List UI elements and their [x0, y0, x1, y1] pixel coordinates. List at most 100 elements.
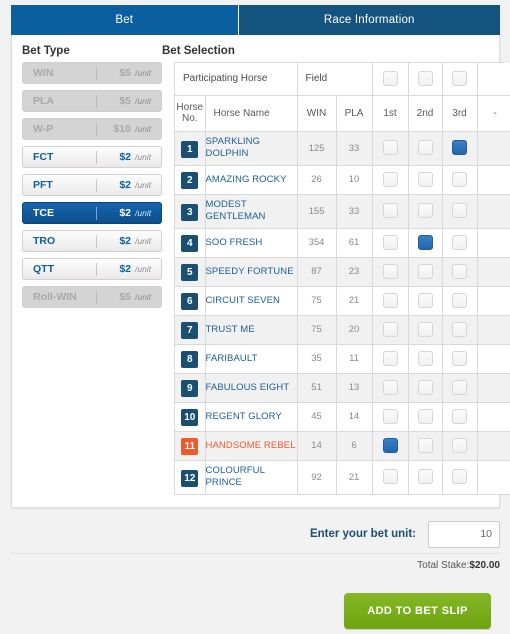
cell-win-odds: 45: [297, 402, 337, 432]
checkbox-1st[interactable]: [382, 140, 398, 156]
cell-horse-name[interactable]: FARIBAULT: [205, 344, 298, 374]
checkbox-2nd[interactable]: [417, 408, 433, 424]
checkbox-3rd[interactable]: [452, 321, 468, 337]
cell-win-odds: 125: [297, 131, 337, 166]
horse-number-badge: 4: [181, 235, 199, 252]
checkbox-3rd[interactable]: [452, 203, 468, 219]
checkbox-3rd[interactable]: [452, 437, 468, 453]
checkbox-2nd[interactable]: [417, 203, 433, 219]
checkbox-1st[interactable]: [382, 203, 398, 219]
bet-type-fct[interactable]: FCT $2/unit: [22, 146, 162, 168]
checkbox-1st[interactable]: [382, 469, 398, 485]
cell-dash: [477, 165, 510, 195]
checkbox-3rd[interactable]: [452, 263, 468, 279]
checkbox-1st[interactable]: [382, 350, 398, 366]
horse-number-badge: 2: [181, 172, 199, 189]
cell-horse-name[interactable]: CIRCUIT SEVEN: [205, 286, 298, 316]
field-checkbox-3rd[interactable]: [452, 71, 468, 87]
checkbox-2nd[interactable]: [417, 292, 433, 308]
checkbox-1st[interactable]: [382, 437, 398, 453]
cell-dash: [477, 402, 510, 432]
checkbox-1st[interactable]: [382, 321, 398, 337]
horse-number-badge: 5: [181, 264, 199, 281]
cell-dash: [477, 131, 510, 166]
cell-win-odds: 92: [297, 460, 337, 495]
checkbox-1st[interactable]: [382, 379, 398, 395]
checkbox-3rd[interactable]: [452, 469, 468, 485]
checkbox-3rd[interactable]: [452, 292, 468, 308]
checkbox-2nd[interactable]: [417, 263, 433, 279]
total-stake: Total Stake:$20.00: [417, 560, 500, 571]
cell-1st: [372, 257, 409, 287]
bet-type-pft[interactable]: PFT $2/unit: [22, 174, 162, 196]
tab-race-information-label: Race Information: [323, 14, 415, 26]
field-check-3rd-cell: [442, 63, 478, 96]
cell-horse-name[interactable]: HANDSOME REBEL: [205, 431, 298, 461]
bet-selection-table: Participating Horse Field Horse No. Hors…: [175, 63, 510, 495]
bet-type-tce[interactable]: TCE $2/unit: [22, 202, 162, 224]
bet-type-qtt[interactable]: QTT $2/unit: [22, 258, 162, 280]
checkbox-2nd[interactable]: [417, 171, 433, 187]
bet-type-unit: /unit: [135, 96, 152, 106]
bet-type-tro[interactable]: TRO $2/unit: [22, 230, 162, 252]
cell-horse-name[interactable]: COLOURFUL PRINCE: [205, 460, 298, 495]
cell-horse-name[interactable]: TRUST ME: [205, 315, 298, 345]
bet-type-price: $10: [113, 123, 131, 135]
checkbox-3rd[interactable]: [452, 379, 468, 395]
checkbox-2nd[interactable]: [417, 350, 433, 366]
col-header-horse-name: Horse Name: [205, 95, 298, 132]
bet-type-unit: /unit: [135, 264, 152, 274]
checkbox-2nd[interactable]: [417, 437, 433, 453]
table-row: 2 AMAZING ROCKY 26 10: [175, 165, 510, 195]
cell-horse-name[interactable]: SPARKLING DOLPHIN: [205, 131, 298, 166]
horse-number-badge: 10: [181, 409, 199, 426]
field-empty-cell: [477, 63, 510, 96]
bet-selection-table-wrap: Participating Horse Field Horse No. Hors…: [174, 62, 510, 495]
bet-card: Bet Type Bet Selection WIN $5/unit PLA $5/u…: [11, 35, 510, 508]
checkbox-2nd[interactable]: [417, 379, 433, 395]
checkbox-1st[interactable]: [382, 263, 398, 279]
field-checkbox-2nd[interactable]: [417, 71, 433, 87]
tab-bet[interactable]: Bet: [11, 5, 238, 35]
checkbox-2nd[interactable]: [417, 140, 433, 156]
checkbox-3rd[interactable]: [452, 171, 468, 187]
field-checkbox-1st[interactable]: [382, 71, 398, 87]
checkbox-1st[interactable]: [382, 408, 398, 424]
cell-horse-name[interactable]: REGENT GLORY: [205, 402, 298, 432]
cell-3rd: [442, 431, 478, 461]
bet-unit-input[interactable]: [428, 520, 500, 548]
table-row: 5 SPEEDY FORTUNE 87 23: [175, 257, 510, 287]
col-header-horse-no-line1: Horse: [176, 102, 204, 113]
checkbox-3rd[interactable]: [452, 408, 468, 424]
bet-type-unit: /unit: [135, 208, 152, 218]
cell-3rd: [442, 373, 478, 403]
checkbox-1st[interactable]: [382, 171, 398, 187]
cell-horse-name[interactable]: MODEST GENTLEMAN: [205, 194, 298, 229]
cell-horse-name[interactable]: SPEEDY FORTUNE: [205, 257, 298, 287]
bet-type-code: FCT: [33, 151, 54, 163]
cell-horse-name[interactable]: SOO FRESH: [205, 228, 298, 258]
checkbox-3rd[interactable]: [452, 140, 468, 156]
checkbox-3rd[interactable]: [452, 234, 468, 250]
checkbox-2nd[interactable]: [417, 234, 433, 250]
checkbox-3rd[interactable]: [452, 350, 468, 366]
table-row: 6 CIRCUIT SEVEN 75 21: [175, 286, 510, 316]
cell-1st: [372, 431, 409, 461]
tab-race-information[interactable]: Race Information: [238, 5, 500, 35]
cell-pla-odds: 20: [336, 315, 373, 345]
checkbox-1st[interactable]: [382, 292, 398, 308]
bet-type-w-p: W-P $10/unit: [22, 118, 162, 140]
cell-win-odds: 51: [297, 373, 337, 403]
checkbox-2nd[interactable]: [417, 469, 433, 485]
cell-pla-odds: 21: [336, 460, 373, 495]
horse-number-badge: 11: [181, 438, 199, 455]
bet-type-code: PLA: [33, 95, 54, 107]
cell-horse-name[interactable]: AMAZING ROCKY: [205, 165, 298, 195]
cell-horse-name[interactable]: FABULOUS EIGHT: [205, 373, 298, 403]
cell-2nd: [408, 286, 443, 316]
checkbox-1st[interactable]: [382, 234, 398, 250]
cell-1st: [372, 315, 409, 345]
checkbox-2nd[interactable]: [417, 321, 433, 337]
cell-1st: [372, 228, 409, 258]
add-to-bet-slip-button[interactable]: ADD TO BET SLIP: [344, 593, 491, 629]
